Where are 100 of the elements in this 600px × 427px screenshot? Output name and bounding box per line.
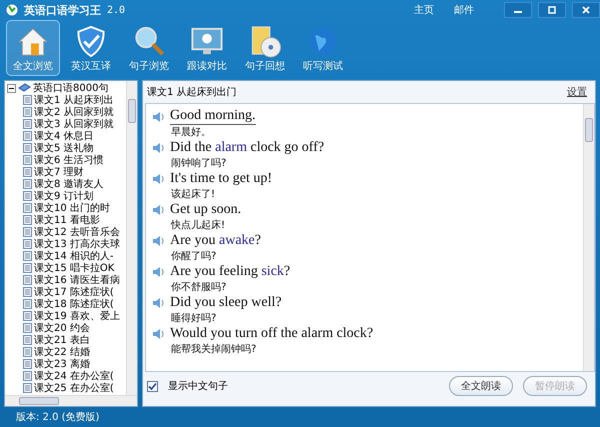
tree-item[interactable]: 课文4 休息日	[34, 129, 94, 143]
document-icon	[23, 203, 32, 213]
english-sentence[interactable]: Did the alarm clock go off?	[170, 140, 324, 156]
chinese-translation: 闹钟响了吗?	[171, 158, 226, 169]
header-link[interactable]: 主页	[414, 3, 434, 17]
tree-item[interactable]: 课文18 陈述症状(	[34, 297, 114, 311]
scrollbar[interactable]	[126, 81, 137, 395]
tree-item[interactable]: 课文17 陈述症状(	[34, 285, 114, 299]
speaker-icon[interactable]	[152, 234, 166, 246]
read-button[interactable]: 全文朗读	[449, 376, 513, 396]
english-sentence[interactable]: Get up soon.	[170, 202, 242, 218]
chinese-translation: 能帮我关掉闹钟吗?	[171, 344, 256, 355]
collapse-icon[interactable]	[7, 84, 16, 92]
tree-item[interactable]: 课文25 在办公室(	[34, 381, 114, 395]
lesson-title: 课文1 从起床到出门	[147, 86, 237, 99]
document-icon	[23, 179, 32, 189]
english-sentence[interactable]: Good morning.	[170, 108, 256, 125]
tree-item[interactable]: 课文20 约会	[34, 321, 90, 335]
document-icon	[23, 263, 32, 273]
document-icon	[23, 119, 32, 129]
document-icon	[23, 359, 32, 369]
document-icon	[23, 131, 32, 141]
close-icon	[582, 6, 590, 14]
speaker-icon[interactable]	[152, 296, 166, 308]
toolbar-tab[interactable]: 跟读对比	[180, 20, 234, 76]
status-text: 版本: 2.0 (免费版)	[16, 410, 100, 424]
speaker-icon[interactable]	[152, 172, 166, 184]
tree-item[interactable]: 课文15 唱卡拉OK	[34, 261, 114, 275]
tree-item[interactable]: 课文19 喜欢、爱上	[34, 309, 120, 323]
english-sentence[interactable]: Are you awake?	[170, 232, 261, 248]
english-sentence[interactable]: Did you sleep well?	[170, 294, 282, 310]
checkbox[interactable]	[147, 380, 158, 392]
tree-item[interactable]: 课文9 订计划	[34, 189, 94, 203]
speaker-icon[interactable]	[152, 204, 166, 216]
scrollbar[interactable]	[583, 104, 594, 371]
tree-item[interactable]: 课文11 看电影	[34, 213, 100, 227]
document-icon	[23, 143, 32, 153]
document-icon	[23, 383, 32, 393]
maximize-button[interactable]	[538, 2, 566, 18]
chinese-translation: 该起床了!	[171, 189, 216, 200]
document-icon	[23, 155, 32, 165]
document-icon	[23, 311, 32, 321]
document-icon	[23, 107, 32, 117]
document-icon	[23, 371, 32, 381]
chinese-translation: 早晨好。	[171, 127, 211, 138]
toolbar-tab[interactable]: 听写测试	[296, 20, 350, 76]
tree-item[interactable]: 课文12 去听音乐会	[34, 225, 120, 239]
document-icon	[23, 239, 32, 249]
maximize-icon	[548, 6, 556, 14]
document-icon	[23, 215, 32, 225]
tree-item[interactable]: 课文3 从回家到就	[34, 117, 114, 131]
english-sentence[interactable]: It's time to get up!	[170, 170, 272, 186]
tree-item[interactable]: 课文10 出门的时	[34, 201, 110, 215]
tree-item[interactable]: 课文7 理财	[34, 165, 84, 179]
checkbox-label: 显示中文句子	[168, 380, 228, 393]
speaker-icon[interactable]	[152, 266, 166, 278]
window-title: 英语口语学习王	[24, 2, 101, 18]
tree-item[interactable]: 课文5 送礼物	[34, 141, 94, 155]
tree-item[interactable]: 课文13 打高尔夫球	[34, 237, 120, 251]
chinese-translation: 你不舒服吗?	[171, 282, 226, 293]
document-icon	[23, 299, 32, 309]
speaker-icon[interactable]	[152, 110, 166, 122]
tree-item[interactable]: 课文2 从回家到就	[34, 105, 114, 119]
toolbar-tab[interactable]: 句子浏览	[122, 20, 176, 76]
document-icon	[23, 347, 32, 357]
settings-link[interactable]: 设置	[567, 85, 587, 99]
checkmark-icon	[148, 382, 157, 390]
tree-root[interactable]: 英语口语8000句	[33, 81, 108, 95]
document-icon	[23, 275, 32, 285]
app-logo-icon	[6, 4, 18, 16]
scrollbar[interactable]	[5, 395, 137, 406]
toolbar-tab[interactable]: 英汉互译	[64, 20, 118, 76]
toolbar-tab[interactable]: 全文浏览	[6, 20, 60, 76]
document-icon	[23, 323, 32, 333]
chinese-translation: 你醒了吗?	[171, 251, 216, 262]
speaker-icon[interactable]	[152, 328, 166, 340]
close-button[interactable]	[572, 2, 600, 18]
chinese-translation: 快点儿起床!	[171, 220, 226, 231]
document-icon	[23, 287, 32, 297]
header-link[interactable]: 邮件	[454, 3, 474, 17]
tree-item[interactable]: 课文8 邀请友人	[34, 177, 104, 191]
tree-item[interactable]: 课文1 从起床到出	[34, 93, 114, 107]
tree-item[interactable]: 课文22 结婚	[34, 345, 90, 359]
document-icon	[23, 191, 32, 201]
version-label: 2.0	[107, 4, 126, 16]
minimize-button[interactable]	[504, 2, 532, 18]
speaker-icon[interactable]	[152, 142, 166, 154]
tree-item[interactable]: 课文24 在办公室(	[34, 369, 114, 383]
english-sentence[interactable]: Are you feeling sick?	[170, 264, 290, 280]
tree-item[interactable]: 课文23 离婚	[34, 357, 90, 371]
chinese-translation: 睡得好吗?	[171, 313, 216, 324]
toolbar-tab[interactable]: 句子回想	[238, 20, 292, 76]
tree-item[interactable]: 课文16 请医生看病	[34, 273, 120, 287]
document-icon	[23, 167, 32, 177]
document-icon	[23, 95, 32, 105]
tree-item[interactable]: 课文6 生活习惯	[34, 153, 104, 167]
tree-item[interactable]: 课文21 表白	[34, 333, 90, 347]
english-sentence[interactable]: Would you turn off the alarm clock?	[170, 326, 374, 342]
document-icon	[23, 335, 32, 345]
tree-item[interactable]: 课文14 相识的人-	[34, 249, 114, 263]
